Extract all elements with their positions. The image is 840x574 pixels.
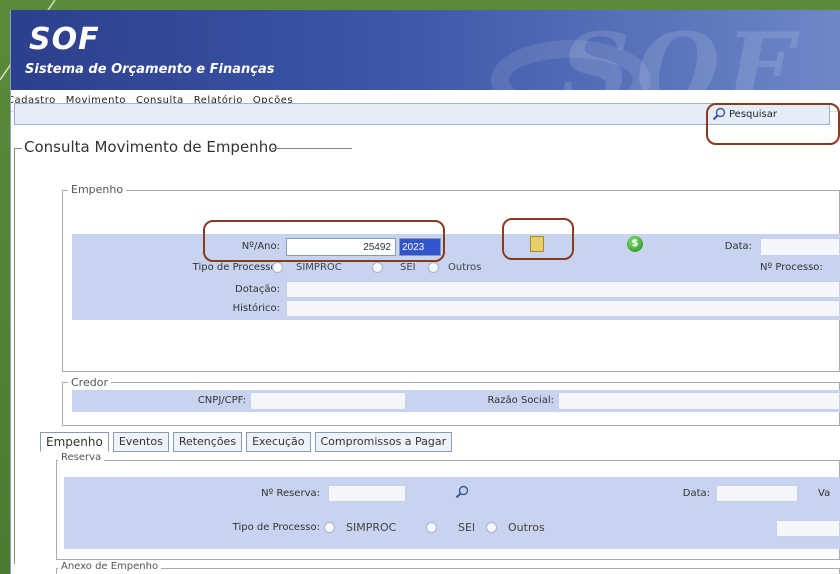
cnpj-field bbox=[250, 392, 406, 410]
credor-legend: Credor bbox=[68, 376, 111, 389]
dotacao-field bbox=[286, 281, 840, 298]
radio-sei[interactable] bbox=[372, 262, 383, 273]
reserva-radio-sei-label: SEI bbox=[458, 521, 476, 534]
radio-sei-label: SEI bbox=[400, 262, 416, 273]
reserva-right-field bbox=[776, 520, 840, 537]
page-title: Consulta Movimento de Empenho bbox=[24, 138, 278, 156]
historico-field bbox=[286, 300, 840, 317]
header-watermark: SOF bbox=[560, 12, 800, 90]
nreserva-label: Nº Reserva: bbox=[261, 488, 320, 499]
reserva-radio-simproc-label: SIMPROC bbox=[346, 521, 397, 534]
cnpj-label: CNPJ/CPF: bbox=[197, 395, 246, 406]
nreserva-field bbox=[328, 485, 406, 502]
radio-simproc[interactable] bbox=[272, 262, 283, 273]
highlight-document-search bbox=[502, 218, 574, 260]
app-header: SOF SOF Sistema de Orçamento e Finanças bbox=[11, 10, 840, 90]
anexo-fieldset bbox=[56, 568, 840, 574]
app-logo-title: SOF bbox=[29, 22, 100, 57]
app-logo-subtitle: Sistema de Orçamento e Finanças bbox=[25, 62, 275, 77]
tab-bar: Empenho Eventos Retenções Execução Compr… bbox=[40, 432, 453, 452]
tab-retencoes[interactable]: Retenções bbox=[172, 432, 243, 452]
reserva-legend: Reserva bbox=[58, 452, 105, 463]
highlight-numero bbox=[203, 220, 445, 262]
dotacao-label: Dotação: bbox=[235, 284, 280, 295]
tab-execucao[interactable]: Execução bbox=[246, 432, 311, 452]
magnifier-icon[interactable] bbox=[455, 485, 469, 499]
frame-line bbox=[272, 148, 352, 149]
tipo-processo-label: Tipo de Processo: bbox=[192, 262, 280, 273]
data-field bbox=[760, 238, 840, 256]
radio-outros-label: Outros bbox=[448, 262, 482, 273]
razao-label: Razão Social: bbox=[487, 395, 554, 406]
anexo-legend: Anexo de Empenho bbox=[58, 561, 162, 572]
tab-compromissos[interactable]: Compromissos a Pagar bbox=[314, 432, 453, 452]
frame-line bbox=[14, 148, 15, 564]
radio-simproc-label: SIMPROC bbox=[296, 262, 342, 273]
highlight-search bbox=[706, 103, 840, 145]
tab-empenho[interactable]: Empenho bbox=[40, 432, 109, 452]
historico-label: Histórico: bbox=[232, 303, 280, 314]
reserva-radio-simproc[interactable] bbox=[324, 522, 335, 533]
reserva-radio-outros-label: Outros bbox=[508, 521, 545, 534]
data-label: Data: bbox=[724, 241, 752, 252]
tab-eventos[interactable]: Eventos bbox=[112, 432, 169, 452]
razao-field bbox=[558, 392, 840, 410]
reserva-data-field bbox=[716, 485, 798, 502]
reserva-data-label: Data: bbox=[682, 488, 710, 499]
reserva-va-label: Va bbox=[818, 488, 831, 499]
reserva-tipo-label: Tipo de Processo: bbox=[232, 522, 320, 533]
green-circle-icon[interactable]: $ bbox=[627, 236, 643, 252]
reserva-radio-outros[interactable] bbox=[486, 522, 497, 533]
nprocesso-label: Nº Processo: bbox=[760, 262, 823, 273]
radio-outros[interactable] bbox=[428, 262, 439, 273]
frame-line bbox=[14, 148, 22, 149]
reserva-radio-sei[interactable] bbox=[426, 522, 437, 533]
empenho-legend: Empenho bbox=[68, 183, 127, 196]
